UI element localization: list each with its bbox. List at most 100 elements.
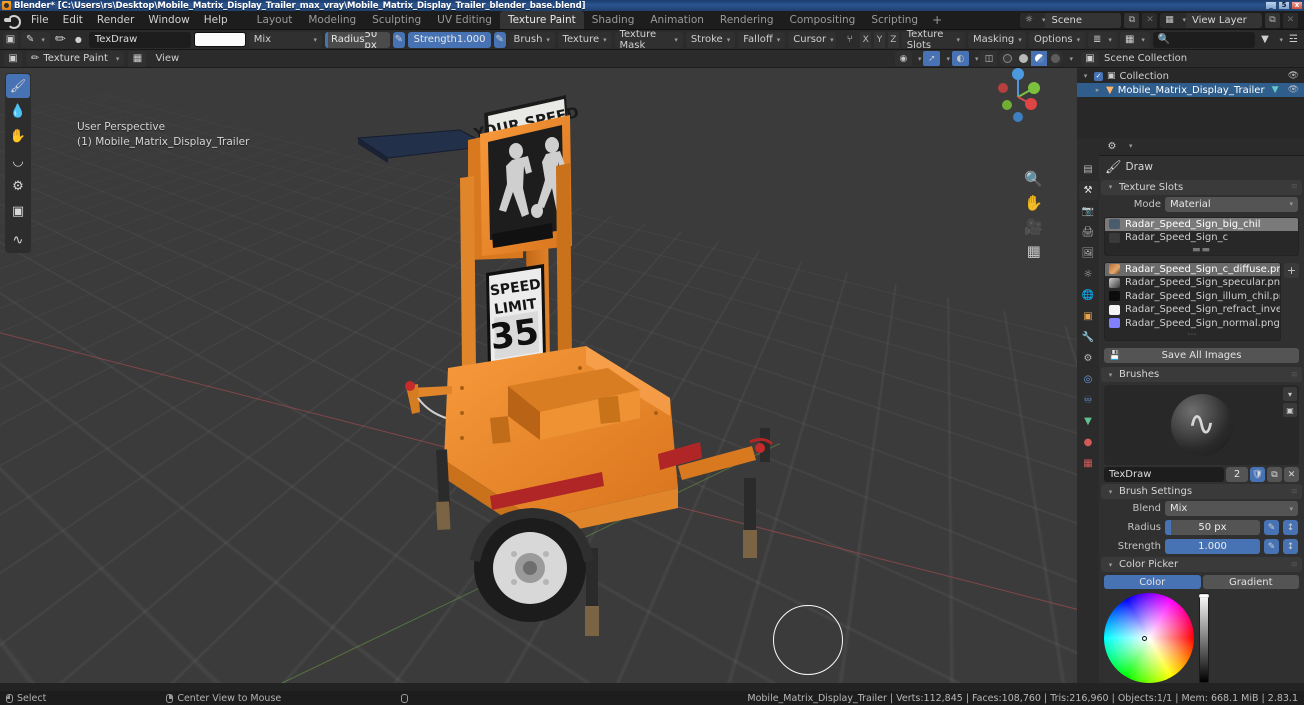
disclosure-triangle-icon[interactable]: ▸ xyxy=(1093,86,1102,94)
tab-tool[interactable]: ▤ xyxy=(1079,160,1098,179)
add-workspace-button[interactable]: + xyxy=(926,10,948,30)
image-slot-item[interactable]: Radar_Speed_Sign_specular.png xyxy=(1105,276,1280,290)
radius-unit-toggle[interactable]: ↕ xyxy=(1283,520,1298,535)
material-slot-list[interactable]: Radar_Speed_Sign_big_chil Radar_Speed_Si… xyxy=(1104,216,1299,256)
disclosure-triangle-icon[interactable]: ▾ xyxy=(1081,72,1090,80)
maximize-button[interactable]: 5 xyxy=(1278,1,1290,10)
tab-object[interactable]: ▣ xyxy=(1079,307,1098,326)
image-slot-item[interactable]: Radar_Speed_Sign_normal.png xyxy=(1105,317,1280,331)
menu-help[interactable]: Help xyxy=(197,12,235,28)
menu-window[interactable]: Window xyxy=(141,12,196,28)
outliner-row-object[interactable]: ▸ ▼ Mobile_Matrix_Display_Trailer ▼ 👁 xyxy=(1077,83,1304,97)
eye-icon[interactable]: 👁 xyxy=(1288,71,1299,81)
radius-pressure-toggle[interactable]: ✎ xyxy=(1264,520,1279,535)
blender-logo-icon[interactable] xyxy=(4,13,21,29)
trailer-model[interactable]: YOUR SPEED SPEED LIMIT 35 xyxy=(340,68,980,683)
tab-animation[interactable]: Animation xyxy=(642,11,712,29)
zoom-icon[interactable]: 🔍 xyxy=(1024,170,1043,188)
tab-constraints[interactable]: ♾ xyxy=(1079,391,1098,410)
editor-type-icon[interactable]: ▣ xyxy=(4,50,22,67)
menu-stroke[interactable]: Stroke ▾ xyxy=(685,31,736,48)
image-slot-list[interactable]: Radar_Speed_Sign_c_diffuse.png Radar_Spe… xyxy=(1104,261,1281,341)
editor-type-icon[interactable]: ⚙ xyxy=(1103,139,1121,153)
tab-data[interactable]: ▼ xyxy=(1079,412,1098,431)
brush-name-field[interactable]: TexDraw xyxy=(1104,467,1224,482)
strength-slider[interactable]: Strength 1.000 xyxy=(407,31,491,48)
overlays-toggle[interactable]: ◐ xyxy=(951,51,969,66)
strength-pressure-icon[interactable]: ✎ xyxy=(493,31,506,48)
tab-compositing[interactable]: Compositing xyxy=(782,11,864,29)
tab-gradient[interactable]: Gradient xyxy=(1202,575,1299,589)
smear-tool[interactable]: ✋ xyxy=(6,124,30,148)
tab-scripting[interactable]: Scripting xyxy=(863,11,926,29)
symmetry-axis-x[interactable]: X xyxy=(860,31,872,48)
panel-brush-settings[interactable]: ▾ Brush Settings ≡ xyxy=(1101,484,1302,499)
strength-unit-toggle[interactable]: ↕ xyxy=(1283,539,1298,554)
tab-view-layer[interactable]: 🖼 xyxy=(1079,244,1098,263)
tab-modifiers[interactable]: 🔧 xyxy=(1079,328,1098,347)
image-slot-item[interactable]: Radar_Speed_Sign_illum_chil.png xyxy=(1105,290,1280,304)
new-view-layer-button[interactable]: ⧉ xyxy=(1265,12,1280,28)
menu-texture-mask[interactable]: Texture Mask ▾ xyxy=(614,29,683,51)
camera-view-icon[interactable]: 🎥 xyxy=(1024,218,1043,236)
brush-preset-selector[interactable]: ✎ ▾ xyxy=(20,31,50,48)
soften-tool[interactable]: 💧 xyxy=(6,99,30,123)
value-slider[interactable] xyxy=(1199,593,1209,683)
unlink-brush-button[interactable]: ✕ xyxy=(1284,467,1299,482)
fill-tool[interactable]: ⚙ xyxy=(6,174,30,198)
symmetry-axis-y[interactable]: Y xyxy=(874,31,885,48)
image-slot-item[interactable]: Radar_Speed_Sign_c_diffuse.png xyxy=(1105,262,1280,276)
strength-slider[interactable]: 1.000 xyxy=(1165,539,1260,554)
visibility-selector[interactable]: ◉ xyxy=(894,51,912,66)
tab-particles[interactable]: ⚙ xyxy=(1079,349,1098,368)
menu-masking[interactable]: Masking ▾ xyxy=(968,31,1027,48)
tab-color[interactable]: Color xyxy=(1104,575,1201,589)
filter-type-button[interactable]: ≣ ▾ xyxy=(1088,31,1117,48)
menu-cursor[interactable]: Cursor ▾ xyxy=(788,31,837,48)
radius-slider[interactable]: 50 px xyxy=(1165,520,1260,535)
eye-icon[interactable]: 👁 xyxy=(1288,85,1299,95)
tab-uv-editing[interactable]: UV Editing xyxy=(429,11,500,29)
menu-brush[interactable]: Brush ▾ xyxy=(508,31,555,48)
tab-layout[interactable]: Layout xyxy=(249,11,301,29)
view-layer-selector[interactable]: ▦ ▾ View Layer xyxy=(1160,12,1262,28)
mode-select[interactable]: Material ▾ xyxy=(1165,196,1298,212)
material-slot-item[interactable]: Radar_Speed_Sign_c xyxy=(1105,231,1298,245)
tab-output[interactable]: 🖨 xyxy=(1079,223,1098,242)
tab-world[interactable]: 🌐 xyxy=(1079,286,1098,305)
brush-name-field[interactable]: TexDraw xyxy=(88,31,191,48)
tab-shading[interactable]: Shading xyxy=(584,11,643,29)
draw-tool[interactable]: 🖌 xyxy=(6,74,30,98)
radius-pressure-icon[interactable]: ✎ xyxy=(392,31,405,48)
annotate-tool[interactable]: ∿ xyxy=(6,228,30,252)
scene-name[interactable]: Scene xyxy=(1045,12,1122,28)
chevron-down-icon[interactable]: ▾ xyxy=(1283,387,1297,401)
blend-select[interactable]: Mix ▾ xyxy=(1165,501,1298,516)
color-wheel-cursor[interactable] xyxy=(1141,636,1147,642)
display-settings-icon[interactable]: ▣ xyxy=(1283,403,1297,417)
brush-color-swatch[interactable] xyxy=(193,32,246,47)
interaction-mode-selector[interactable]: ✏ Texture Paint ▾ xyxy=(26,51,125,66)
remove-scene-button[interactable]: ✕ xyxy=(1142,12,1158,28)
tab-modeling[interactable]: Modeling xyxy=(300,11,364,29)
gizmo-toggle[interactable]: ➚ xyxy=(923,51,941,66)
color-wheel[interactable] xyxy=(1104,593,1194,683)
tab-physics[interactable]: ◎ xyxy=(1079,370,1098,389)
menu-edit[interactable]: Edit xyxy=(56,12,90,28)
tab-material[interactable]: ● xyxy=(1079,433,1098,452)
save-all-images-button[interactable]: 💾 Save All Images xyxy=(1104,348,1299,363)
menu-texture[interactable]: Texture ▾ xyxy=(557,31,612,48)
close-button[interactable]: x xyxy=(1291,1,1303,10)
scene-selector[interactable]: ☼ ▾ Scene xyxy=(1019,12,1122,28)
image-slot-item[interactable]: Radar_Speed_Sign_refract_invert.png xyxy=(1105,303,1280,317)
radius-slider[interactable]: Radius 50 px xyxy=(325,31,390,48)
tab-rendering[interactable]: Rendering xyxy=(712,11,782,29)
slot-list-resize-grip[interactable]: ▬▬ xyxy=(1105,245,1298,255)
perspective-toggle-icon[interactable]: ▦ xyxy=(1027,242,1041,260)
duplicate-brush-button[interactable]: ⧉ xyxy=(1267,467,1282,482)
brush-user-count[interactable]: 2 xyxy=(1226,467,1248,482)
remove-view-layer-button[interactable]: ✕ xyxy=(1283,12,1298,28)
panel-brushes[interactable]: ▾ Brushes ≡ xyxy=(1101,367,1302,382)
search-input[interactable]: 🔍 xyxy=(1152,31,1255,48)
material-slot-item[interactable]: Radar_Speed_Sign_big_chil xyxy=(1105,217,1298,231)
